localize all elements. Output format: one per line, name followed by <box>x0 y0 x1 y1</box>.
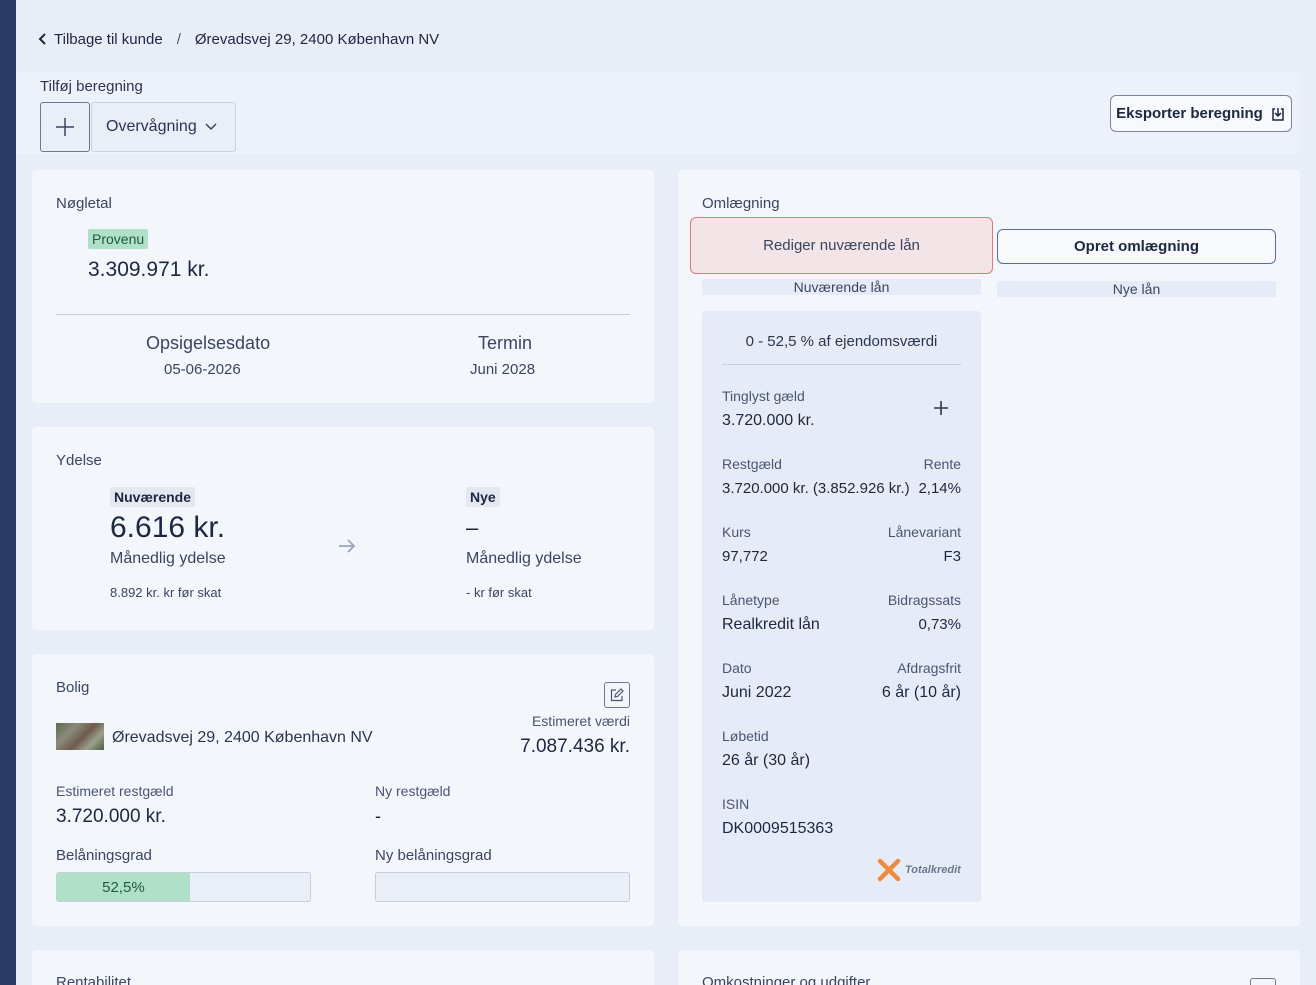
ltv-bar: 52,5% <box>56 872 311 902</box>
interest-value: 2,14% <box>918 480 961 497</box>
property-address: Ørevadsvej 29, 2400 København NV <box>112 729 373 746</box>
interest-label: Rente <box>923 456 961 472</box>
totalkredit-logo-icon <box>877 858 901 882</box>
divider <box>56 314 630 315</box>
new-debt-value: - <box>375 806 381 826</box>
estimated-debt-value: 3.720.000 kr. <box>56 806 166 827</box>
opsigelse-label: Opsigelsesdato <box>146 333 271 353</box>
edit-icon <box>610 688 624 702</box>
estimated-value: 7.087.436 kr. <box>520 736 630 757</box>
arrow-right-icon <box>339 539 356 553</box>
current-loan-panel: 0 - 52,5 % af ejendomsværdi Tinglyst gæl… <box>702 311 981 902</box>
termin-value: Juni 2028 <box>470 361 536 378</box>
left-sidebar <box>0 0 16 985</box>
lender-name: Totalkredit <box>905 864 961 876</box>
download-icon <box>1272 107 1284 121</box>
loan-variant-value: F3 <box>943 548 961 565</box>
costs-card: Omkostninger og udgifter <box>678 950 1300 985</box>
edit-property-button[interactable] <box>604 682 630 708</box>
new-monthly-label: Månedlig ydelse <box>466 550 582 567</box>
new-debt-label: Ny restgæld <box>375 783 451 799</box>
current-badge: Nuværende <box>110 487 196 507</box>
dropdown-value: Overvågning <box>106 118 197 135</box>
edit-current-loan-button[interactable]: Rediger nuværende lån <box>690 217 993 274</box>
refinancing-title: Omlægning <box>702 195 780 212</box>
ltv-bar-fill: 52,5% <box>57 873 190 901</box>
chevron-left-icon[interactable] <box>36 32 50 46</box>
ltv-label: Belåningsgrad <box>56 847 152 864</box>
profitability-title: Rentabilitet <box>56 974 132 985</box>
calculation-type-dropdown[interactable]: Overvågning <box>91 102 236 152</box>
tab-new-loans[interactable]: Nye lån <box>997 281 1276 297</box>
edit-costs-button[interactable] <box>1250 978 1276 985</box>
opsigelse-value: 05-06-2026 <box>164 361 241 378</box>
breadcrumb-address: Ørevadsvej 29, 2400 København NV <box>194 30 440 48</box>
rate-label: Kurs <box>722 524 751 540</box>
export-label: Eksporter beregning <box>1116 105 1263 122</box>
lender-logo: Totalkredit <box>877 858 961 882</box>
loan-variant-label: Lånevariant <box>887 524 961 540</box>
loan-type-label: Lånetype <box>722 592 780 608</box>
ltv-value: 52,5% <box>102 878 145 896</box>
property-photo <box>56 723 104 750</box>
isin-label: ISIN <box>722 796 750 812</box>
loan-range: 0 - 52,5 % af ejendomsværdi <box>745 333 938 350</box>
new-monthly-amount: – <box>466 515 479 540</box>
date-value: Juni 2022 <box>722 684 792 701</box>
tab-current-loans[interactable]: Nuværende lån <box>702 279 981 295</box>
interest-only-value: 6 år (10 år) <box>881 684 961 701</box>
interest-only-label: Afdragsfrit <box>897 660 961 676</box>
loan-divider <box>722 364 961 365</box>
registered-debt-value: 3.720.000 kr. <box>722 412 815 429</box>
current-monthly-amount: 6.616 kr. <box>110 511 226 544</box>
add-loan-icon[interactable] <box>933 400 949 416</box>
term-label: Løbetid <box>722 728 769 744</box>
breadcrumb: Tilbage til kunde / Ørevadsvej 29, 2400 … <box>36 28 439 50</box>
payment-title: Ydelse <box>56 452 102 469</box>
payment-card: Ydelse Nuværende 6.616 kr. Månedlig ydel… <box>32 427 654 630</box>
fee-rate-label: Bidragssats <box>887 592 961 608</box>
new-pretax: - kr før skat <box>466 585 532 600</box>
loan-type-value: Realkredit lån <box>722 616 820 633</box>
date-label: Dato <box>722 660 752 676</box>
provenu-amount: 3.309.971 kr. <box>88 258 210 281</box>
rate-value: 97,772 <box>722 548 768 565</box>
property-title: Bolig <box>56 679 90 696</box>
key-figures-card: Nøgletal Provenu 3.309.971 kr. Opsigelse… <box>32 170 654 403</box>
isin-value: DK0009515363 <box>722 820 834 837</box>
fee-rate-value: 0,73% <box>918 616 961 633</box>
termin-label: Termin <box>478 333 533 353</box>
new-badge: Nye <box>466 487 500 507</box>
breadcrumb-separator: / <box>176 30 181 48</box>
back-to-customer-link[interactable]: Tilbage til kunde <box>54 31 163 48</box>
key-figures-title: Nøgletal <box>56 195 112 212</box>
chevron-down-icon <box>205 123 217 131</box>
current-monthly-label: Månedlig ydelse <box>110 550 226 567</box>
estimated-debt-label: Estimeret restgæld <box>56 783 174 799</box>
costs-title: Omkostninger og udgifter <box>702 974 871 985</box>
export-calculation-button[interactable]: Eksporter beregning <box>1110 95 1292 132</box>
add-calculation-button[interactable] <box>40 102 90 152</box>
registered-debt-label: Tinglyst gæld <box>722 388 805 404</box>
provenu-badge: Provenu <box>88 229 149 249</box>
current-pretax: 8.892 kr. kr før skat <box>110 585 222 600</box>
term-value: 26 år (30 år) <box>722 752 811 769</box>
profitability-card: Rentabilitet <box>32 950 654 985</box>
estimated-value-label: Estimeret værdi <box>531 713 630 729</box>
plus-icon <box>56 118 74 136</box>
add-calculation-label: Tilføj beregning <box>40 78 143 95</box>
new-ltv-bar <box>375 872 630 902</box>
remaining-debt-label: Restgæld <box>722 456 782 472</box>
remaining-debt-value: 3.720.000 kr. (3.852.926 kr.) <box>722 480 910 497</box>
create-refinancing-button[interactable]: Opret omlægning <box>997 229 1276 264</box>
new-ltv-label: Ny belåningsgrad <box>375 847 492 864</box>
